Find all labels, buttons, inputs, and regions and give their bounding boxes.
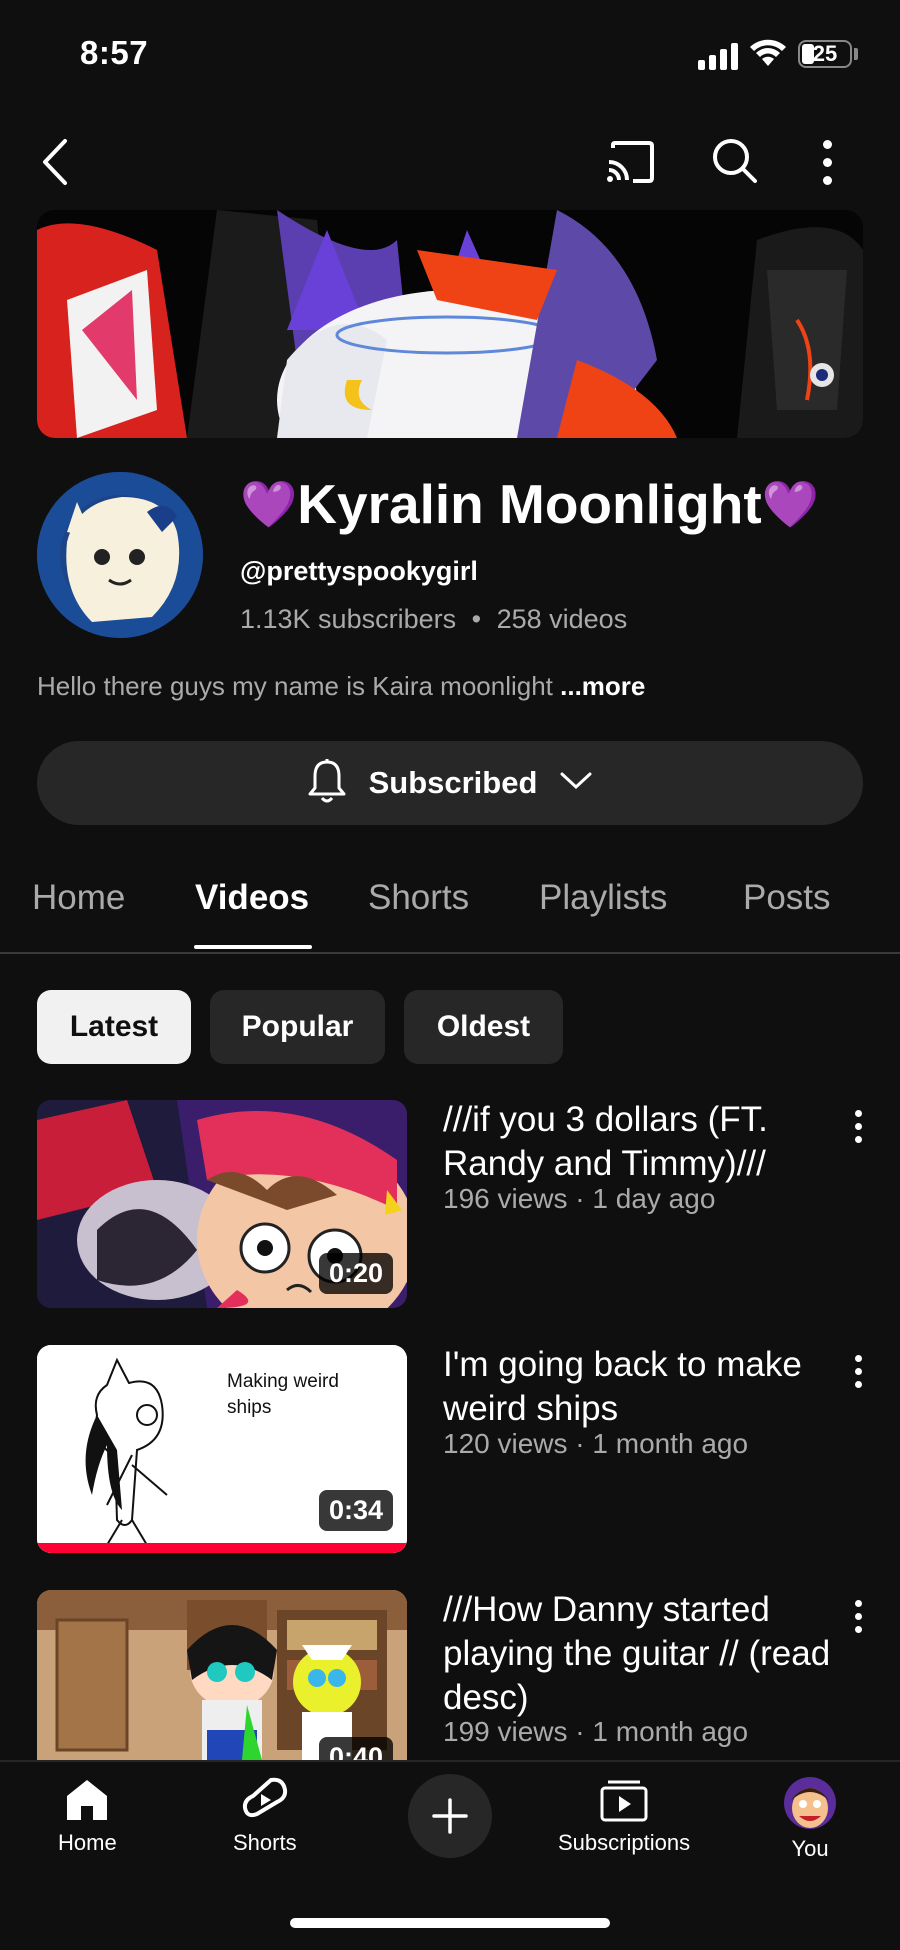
thumbnail-caption: Making weird ships [227, 1371, 339, 1418]
tab-posts[interactable]: Posts [743, 878, 831, 918]
battery-level: 25 [812, 41, 838, 66]
nav-subscriptions-label: Subscriptions [558, 1830, 691, 1855]
tab-shorts[interactable]: Shorts [368, 878, 469, 918]
tab-videos[interactable]: Videos [195, 878, 309, 918]
cellular-signal-icon [698, 42, 738, 70]
nav-shorts-label: Shorts [233, 1830, 297, 1855]
more-link[interactable]: ...more [560, 671, 645, 701]
filter-popular[interactable]: Popular [210, 990, 385, 1064]
home-icon [67, 1780, 108, 1820]
video-meta: 199 views · 1 month ago [443, 1716, 749, 1747]
chevron-down-icon [559, 771, 593, 796]
channel-name: 💜 Kyralin Moonlight 💜 [240, 472, 819, 536]
subscriber-count: 1.13K subscribers [240, 604, 457, 634]
channel-avatar[interactable] [37, 472, 203, 638]
status-time: 8:57 [80, 34, 149, 71]
video-thumbnail[interactable]: 0:40 [37, 1590, 407, 1760]
subscribed-button[interactable]: Subscribed [37, 741, 863, 825]
subscriptions-icon [600, 1780, 648, 1822]
channel-name-text: Kyralin Moonlight [297, 473, 762, 535]
video-more-icon[interactable] [855, 1110, 862, 1143]
nav-home-label: Home [58, 1830, 117, 1855]
video-more-icon[interactable] [855, 1355, 862, 1388]
active-tab-indicator [194, 945, 312, 949]
home-indicator [290, 1918, 610, 1928]
video-duration: 0:40 [318, 1737, 393, 1760]
nav-home[interactable]: Home [58, 1776, 117, 1856]
nav-shorts[interactable]: Shorts [233, 1776, 297, 1856]
create-button[interactable] [408, 1774, 492, 1858]
subscribed-label: Subscribed [368, 765, 538, 800]
wifi-icon [748, 36, 788, 73]
video-thumbnail[interactable]: 0:20 [37, 1100, 407, 1308]
filter-oldest[interactable]: Oldest [404, 990, 563, 1064]
video-count: 258 videos [496, 604, 628, 634]
channel-description[interactable]: Hello there guys my name is Kaira moonli… [37, 671, 645, 702]
nav-you[interactable]: You [783, 1776, 837, 1862]
video-meta: 196 views · 1 day ago [443, 1183, 716, 1214]
purple-heart-icon: 💜 [240, 478, 298, 530]
channel-tabs: Home Videos Shorts Playlists Posts [0, 840, 900, 954]
video-title[interactable]: ///if you 3 dollars (FT. Randy and Timmy… [443, 1098, 833, 1186]
plus-icon [432, 1798, 468, 1834]
video-more-icon[interactable] [855, 1600, 862, 1633]
you-avatar [784, 1777, 836, 1829]
nav-subscriptions[interactable]: Subscriptions [558, 1776, 690, 1856]
channel-banner [37, 210, 863, 438]
cast-icon[interactable] [604, 136, 656, 188]
shorts-icon [242, 1777, 287, 1818]
more-vert-icon[interactable] [823, 140, 832, 185]
video-title[interactable]: ///How Danny started playing the guitar … [443, 1588, 833, 1720]
description-text: Hello there guys my name is Kaira moonli… [37, 671, 561, 701]
bell-icon [307, 758, 347, 809]
battery-tip [854, 48, 858, 60]
channel-stats: 1.13K subscribers • 258 videos [240, 604, 627, 635]
tab-playlists[interactable]: Playlists [539, 878, 667, 918]
video-duration: 0:34 [318, 1490, 393, 1531]
channel-handle: @prettyspookygirl [240, 556, 478, 586]
nav-you-label: You [791, 1836, 829, 1861]
video-thumbnail[interactable]: Making weird ships 0:34 [37, 1345, 407, 1553]
filter-latest[interactable]: Latest [37, 990, 191, 1064]
stats-separator: • [471, 604, 482, 634]
back-icon[interactable] [30, 134, 80, 190]
video-title[interactable]: I'm going back to make weird ships [443, 1343, 833, 1431]
battery-icon: 25 [798, 40, 852, 68]
video-meta: 120 views · 1 month ago [443, 1428, 749, 1459]
tab-home[interactable]: Home [32, 878, 125, 918]
purple-heart-icon: 💜 [761, 478, 819, 530]
video-duration: 0:20 [318, 1253, 393, 1294]
search-icon[interactable] [708, 134, 760, 186]
